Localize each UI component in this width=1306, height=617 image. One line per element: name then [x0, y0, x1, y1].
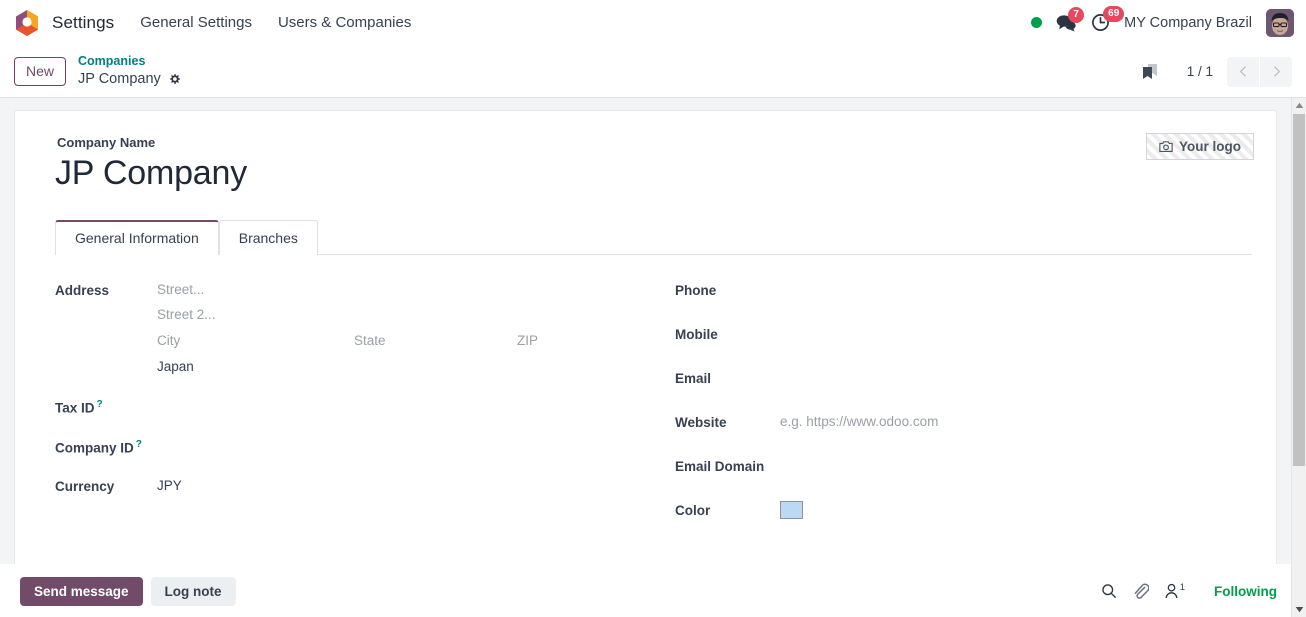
country-input[interactable]: Japan [157, 358, 194, 377]
form-columns: Address Street... Street 2... City State [39, 281, 1252, 540]
log-note-button[interactable]: Log note [150, 576, 236, 606]
company-selector[interactable]: MY Company Brazil [1124, 15, 1252, 31]
company-name-input[interactable]: JP Company [55, 152, 1252, 195]
navbar-right-group: 7 69 MY Company Brazil [1031, 6, 1294, 37]
currency-input[interactable]: JPY [157, 477, 675, 496]
chevron-right-icon [1273, 66, 1280, 77]
state-input[interactable]: State [354, 332, 517, 351]
company-logo-upload-button[interactable]: Your logo [1146, 133, 1254, 160]
gear-icon[interactable] [168, 73, 181, 86]
tab-general-information[interactable]: General Information [55, 219, 219, 255]
field-currency: Currency JPY [55, 477, 675, 499]
breadcrumb: Companies JP Company [78, 54, 181, 88]
user-avatar-icon [1266, 8, 1294, 37]
website-label: Website [675, 414, 727, 430]
field-email: Email [675, 369, 1252, 391]
field-mobile: Mobile [675, 325, 1252, 347]
currency-label: Currency [55, 479, 115, 495]
field-tax-id: Tax ID? [55, 397, 675, 419]
company-id-label-text: Company ID [55, 440, 134, 456]
menu-users-and-companies[interactable]: Users & Companies [278, 14, 411, 31]
scroll-down-arrow-icon[interactable] [1292, 602, 1306, 617]
email-label: Email [675, 370, 712, 386]
camera-icon [1159, 141, 1173, 152]
vertical-scrollbar[interactable] [1291, 98, 1306, 617]
address-fields: Street... Street 2... City State ZIP Jap… [157, 281, 675, 378]
online-status-indicator [1031, 17, 1043, 28]
color-swatch[interactable] [780, 500, 803, 519]
send-message-button[interactable]: Send message [20, 576, 143, 606]
company-logo-upload-label: Your logo [1179, 139, 1241, 154]
chatter-right-group: 1 Following [1101, 583, 1277, 600]
control-panel-right: 1 / 1 [1131, 56, 1292, 87]
app-name[interactable]: Settings [52, 13, 114, 33]
chatter-bar: Send message Log note 1 Following [0, 564, 1291, 617]
new-button[interactable]: New [14, 56, 67, 87]
address-street2-row: Street 2... [157, 306, 675, 325]
followers-count: 1 [1179, 582, 1185, 593]
street-input[interactable]: Street... [157, 281, 204, 300]
chevron-left-icon [1239, 66, 1246, 77]
activities-badge-count: 69 [1103, 6, 1125, 22]
pager-next-button[interactable] [1260, 56, 1292, 87]
search-icon[interactable] [1101, 583, 1117, 599]
breadcrumb-current-label: JP Company [78, 70, 161, 87]
tax-id-help-icon[interactable]: ? [97, 399, 103, 410]
company-name-label: Company Name [57, 135, 156, 150]
messages-button[interactable]: 7 [1056, 6, 1085, 32]
color-value-wrap [780, 500, 1252, 525]
color-label: Color [675, 502, 711, 518]
form-column-left: Address Street... Street 2... City State [55, 281, 675, 540]
avatar[interactable] [1266, 8, 1294, 37]
company-id-label: Company ID? [55, 437, 157, 458]
user-follower-icon [1165, 583, 1178, 599]
mobile-label: Mobile [675, 326, 718, 342]
activities-button[interactable]: 69 [1091, 6, 1125, 32]
form-tabs: General Information Branches [55, 219, 1252, 255]
address-label: Address [55, 282, 110, 298]
scrollbar-thumb[interactable] [1293, 114, 1305, 466]
zip-input[interactable]: ZIP [517, 332, 617, 351]
breadcrumb-current: JP Company [78, 70, 181, 89]
address-street-row: Street... [157, 281, 675, 300]
pager-previous-button[interactable] [1227, 56, 1259, 87]
following-status-button[interactable]: Following [1214, 584, 1277, 599]
main-content-area: Your logo Company Name JP Company Genera… [0, 98, 1306, 617]
field-address: Address Street... Street 2... City State [55, 281, 675, 378]
phone-label: Phone [675, 282, 717, 298]
field-email-domain: Email Domain [675, 457, 1252, 479]
odoo-logo-icon[interactable] [14, 9, 40, 37]
field-website: Website e.g. https://www.odoo.com [675, 413, 1252, 435]
city-input[interactable]: City [157, 332, 354, 351]
form-column-right: Phone Mobile Email Website e.g. https://… [675, 281, 1252, 540]
company-id-help-icon[interactable]: ? [136, 439, 142, 450]
menu-general-settings[interactable]: General Settings [140, 14, 252, 31]
top-navbar: Settings General Settings Users & Compan… [0, 0, 1306, 46]
followers-button[interactable]: 1 [1164, 583, 1185, 599]
messages-badge-count: 7 [1068, 6, 1085, 23]
email-domain-label: Email Domain [675, 458, 765, 474]
list-view-icon[interactable] [1131, 57, 1169, 87]
pager-value[interactable]: 1 / 1 [1187, 64, 1213, 79]
street2-input[interactable]: Street 2... [157, 306, 216, 325]
tab-branches[interactable]: Branches [218, 219, 318, 255]
control-panel: New Companies JP Company 1 / 1 [0, 46, 1306, 98]
address-city-state-zip-row: City State ZIP [157, 332, 675, 351]
address-country-row: Japan [157, 358, 675, 377]
field-company-id: Company ID? [55, 437, 675, 459]
website-input[interactable]: e.g. https://www.odoo.com [780, 413, 1252, 432]
form-scroll-region: Your logo Company Name JP Company Genera… [0, 98, 1291, 617]
company-form-sheet: Your logo Company Name JP Company Genera… [14, 110, 1277, 567]
field-phone: Phone [675, 281, 1252, 303]
paperclip-icon[interactable] [1132, 583, 1149, 600]
breadcrumb-parent-companies[interactable]: Companies [78, 54, 181, 70]
tax-id-label: Tax ID? [55, 397, 157, 418]
field-color: Color [675, 500, 1252, 525]
scroll-up-arrow-icon[interactable] [1292, 98, 1306, 113]
tax-id-label-text: Tax ID [55, 400, 95, 416]
